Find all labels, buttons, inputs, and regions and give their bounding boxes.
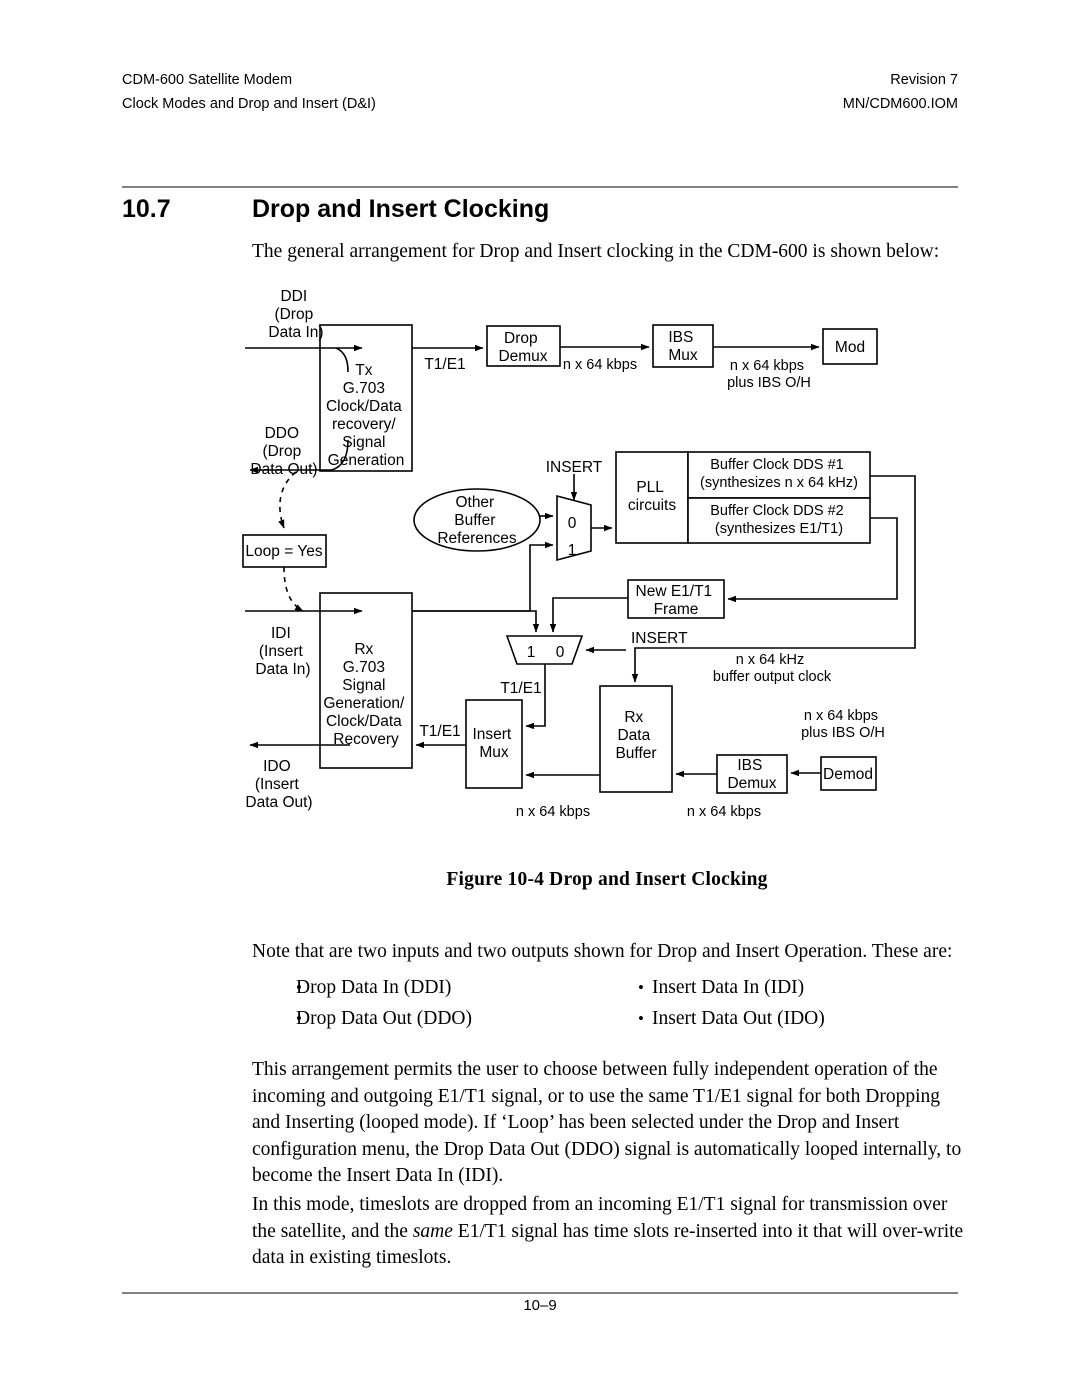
block-mod: [822, 328, 878, 365]
label-signal-nx64-kbps-ibsdemux: n x 64 kbps: [687, 804, 761, 820]
line-mux-lower-to-insert-mux: [525, 664, 546, 730]
block-buffer-clock-dds-1: [687, 451, 871, 499]
body-paragraph-2: In this mode, timeslots are dropped from…: [252, 1192, 970, 1272]
label-block-ibs-mux: IBS Mux: [668, 329, 698, 364]
label-signal-insert-lower: INSERT: [631, 630, 688, 647]
bullet-label: Insert Data Out (IDO): [652, 1008, 825, 1029]
mux-insert-upper: [556, 494, 592, 562]
bullet-list: • Drop Data In (DDI) • Drop Data Out (DD…: [252, 972, 968, 1034]
page-header-row-1: CDM-600 Satellite Modem Revision 7: [122, 68, 958, 92]
label-port-idi: IDI (Insert Data In): [255, 625, 310, 678]
block-new-e1t1-frame: [627, 579, 725, 619]
header-part-number: MN/CDM600.IOM: [842, 96, 958, 112]
label-mux-upper-port-1: 1: [568, 542, 577, 559]
node-other-buffer-references: [413, 488, 541, 552]
label-port-ddi: DDI (Drop Data In): [268, 288, 323, 341]
header-chapter-title: Clock Modes and Drop and Insert (D&I): [122, 96, 376, 112]
list-item: • Insert Data In (IDI): [610, 972, 968, 1003]
body-paragraph-1: This arrangement permits the user to cho…: [252, 1059, 962, 1186]
footer-divider-rule: [122, 1292, 958, 1294]
line-new-frame-to-mux-lower-0: [549, 597, 628, 633]
label-signal-nx64-plus-ibs-top: n x 64 kbps plus IBS O/H: [727, 358, 811, 391]
label-block-tx-g703: Tx G.703 Clock/Data recovery/ Signal Gen…: [326, 362, 406, 469]
label-block-rx-data-buffer: Rx Data Buffer: [615, 709, 656, 762]
label-block-insert-mux: Insert Mux: [472, 726, 515, 761]
header-divider-rule: [122, 186, 958, 188]
mux-insert-lower: [505, 635, 584, 665]
block-ibs-mux: [652, 324, 714, 368]
bullet-glyph-icon: •: [296, 1009, 302, 1028]
line-dds2-feedback-to-new-frame: [727, 517, 898, 603]
label-block-loop-yes: Loop = Yes: [245, 543, 322, 560]
label-block-dds1: Buffer Clock DDS #1 (synthesizes n x 64 …: [700, 457, 858, 491]
label-signal-buffer-output-clock: n x 64 kHz buffer output clock: [713, 652, 832, 685]
section-heading: 10.7 Drop and Insert Clocking: [122, 193, 958, 225]
bullet-column-left: • Drop Data In (DDI) • Drop Data Out (DD…: [252, 972, 610, 1034]
line-tx-internal-curve-top: [335, 347, 349, 373]
block-demod: [820, 756, 877, 791]
label-mux-upper-port-0: 0: [568, 515, 577, 532]
page-title: Drop and Insert Clocking: [252, 195, 550, 223]
footer-page-number: 10–9: [523, 1297, 557, 1314]
line-dds1-feedback-to-buffer-clock: [631, 475, 916, 683]
line-tx-internal-curve-bottom: [331, 439, 349, 471]
bullet-glyph-icon: •: [638, 978, 644, 997]
bullet-column-right: • Insert Data In (IDI) • Insert Data Out…: [610, 972, 968, 1034]
figure-caption: Figure 10-4 Drop and Insert Clocking: [446, 869, 768, 890]
bullet-label: Drop Data In (DDI): [296, 977, 452, 998]
bullet-glyph-icon: •: [638, 1009, 644, 1028]
bullet-label: Drop Data Out (DDO): [296, 1008, 472, 1029]
line-loop-ddo-to-loopbox: [278, 471, 297, 529]
list-item: • Drop Data Out (DDO): [252, 1003, 610, 1034]
label-signal-t1e1-lower-left: T1/E1: [419, 723, 460, 740]
section-intro-text: The general arrangement for Drop and Ins…: [252, 241, 940, 262]
label-block-pll-circuits: PLL circuits: [628, 479, 676, 514]
label-mux-lower-port-0: 0: [556, 644, 565, 661]
label-signal-nx64-kbps-1: n x 64 kbps: [563, 357, 637, 373]
label-block-demod: Demod: [823, 766, 873, 783]
block-buffer-clock-dds-2: [687, 497, 871, 544]
block-ibs-demux: [716, 754, 788, 794]
header-document-title: CDM-600 Satellite Modem: [122, 72, 293, 88]
label-signal-insert-upper: INSERT: [546, 459, 603, 476]
label-block-new-e1t1-frame: New E1/T1 Frame: [636, 583, 717, 618]
block-rx-g703: [319, 592, 413, 769]
label-signal-nx64-plus-ibs-bottom: n x 64 kbps plus IBS O/H: [801, 708, 885, 741]
block-loop-yes: [242, 534, 327, 568]
paragraph-2-emphasis: same: [412, 1220, 453, 1242]
block-tx-g703: [319, 324, 413, 472]
page-header-row-2: Clock Modes and Drop and Insert (D&I) MN…: [122, 92, 958, 116]
bullet-label: Insert Data In (IDI): [652, 977, 805, 998]
header-revision: Revision 7: [890, 72, 958, 88]
list-item: • Insert Data Out (IDO): [610, 1003, 968, 1034]
label-block-ibs-demux: IBS Demux: [727, 757, 776, 792]
label-block-rx-g703: Rx G.703 Signal Generation/ Clock/Data R…: [323, 641, 408, 748]
block-pll-circuits: [615, 451, 689, 544]
block-insert-mux: [465, 699, 523, 789]
label-signal-t1e1-mid: T1/E1: [500, 680, 541, 697]
list-item: • Drop Data In (DDI): [252, 972, 610, 1003]
section-number: 10.7: [122, 195, 171, 223]
label-signal-t1e1-top: T1/E1: [424, 356, 465, 373]
page-header: CDM-600 Satellite Modem Revision 7 Clock…: [122, 68, 958, 116]
block-rx-data-buffer: [599, 685, 673, 793]
line-rxsignal-to-mux1: [412, 541, 554, 612]
label-port-ido: IDO (Insert Data Out): [245, 758, 312, 811]
body-note-text: Note that are two inputs and two outputs…: [252, 941, 953, 962]
label-block-drop-demux: Drop Demux: [498, 330, 547, 365]
label-block-mod: Mod: [835, 339, 865, 356]
bullet-glyph-icon: •: [296, 978, 302, 997]
label-signal-nx64-kbps-insertmux: n x 64 kbps: [516, 804, 590, 820]
line-rxline-to-mux-lower-1: [412, 610, 540, 633]
label-block-dds2: Buffer Clock DDS #2 (synthesizes E1/T1): [710, 503, 848, 537]
label-port-ddo: DDO (Drop Data Out): [250, 425, 317, 478]
label-mux-lower-port-1: 1: [527, 644, 536, 661]
label-node-other-buffer-references: Other Buffer References: [437, 494, 517, 547]
line-loop-loopbox-to-idi: [283, 566, 304, 612]
block-drop-demux: [486, 325, 561, 367]
